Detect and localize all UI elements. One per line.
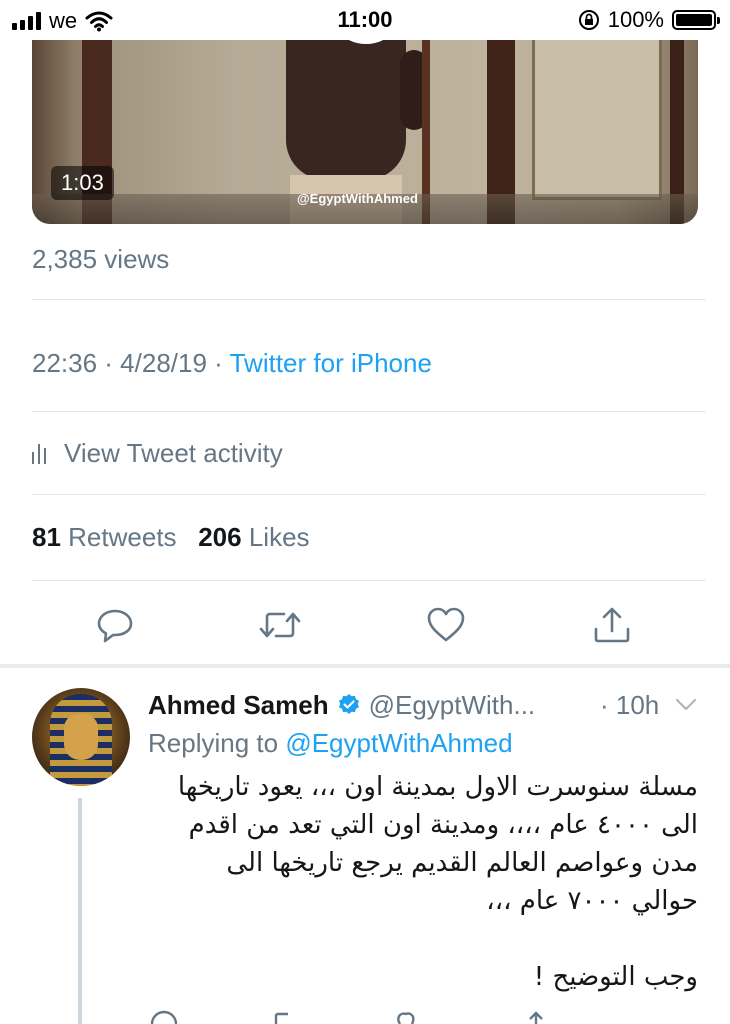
reply-actions-partial — [148, 1010, 708, 1024]
reply-line: مدن وعواصم العالم القديم يرجع تاريخها ال… — [226, 848, 698, 878]
reply-line: وجب التوضيح ! — [533, 962, 698, 992]
orientation-lock-icon — [578, 10, 599, 30]
reply-line: حوالي ٧٠٠٠ عام ،،، — [486, 886, 698, 916]
retweets-label: Retweets — [68, 522, 177, 552]
tweet-stats: 81 Retweets 206 Likes — [32, 522, 310, 553]
meta-separator: · — [214, 348, 223, 378]
video-duration: 1:03 — [51, 166, 114, 200]
tweet-actions — [0, 600, 730, 650]
chevron-down-icon[interactable] — [675, 698, 697, 712]
tweet-timestamp: 22:36 · 4/28/19 — [32, 348, 207, 378]
divider — [32, 411, 706, 412]
divider — [32, 299, 706, 300]
thread-line — [78, 798, 82, 1024]
reply-line: الى ٤٠٠٠ عام ،،،، ومدينة اون التي تعد من… — [188, 810, 698, 840]
replying-to: Replying to @EgyptWithAhmed — [148, 728, 513, 759]
replying-prefix: Replying to — [148, 728, 279, 758]
reply-button[interactable] — [90, 600, 140, 650]
reply-time-area: · 10h — [600, 688, 697, 722]
video-watermark: @EgyptWithAhmed — [297, 191, 418, 206]
reply-author-name[interactable]: Ahmed Sameh — [148, 690, 329, 721]
verified-badge-icon — [338, 694, 359, 714]
reply-author-handle[interactable]: @EgyptWith... — [369, 690, 536, 721]
view-tweet-activity[interactable]: View Tweet activity — [32, 438, 283, 469]
likes-label: Likes — [248, 522, 310, 552]
reply-text: مسلة سنوسرت الاول بمدينة اون ،،، يعود تا… — [148, 768, 698, 996]
retweet-button[interactable] — [255, 600, 305, 650]
section-divider — [0, 664, 730, 668]
divider — [32, 494, 706, 495]
avatar[interactable] — [32, 688, 130, 786]
battery-percent: 100% — [607, 7, 664, 32]
share-icon — [594, 607, 630, 643]
likes-stat[interactable]: 206 Likes — [198, 522, 309, 552]
likes-count: 206 — [198, 522, 242, 552]
tweet-meta: 22:36 · 4/28/19 · Twitter for iPhone — [32, 348, 432, 379]
share-button[interactable] — [587, 600, 637, 650]
status-bar: we 11:00 100% — [0, 0, 730, 40]
retweets-count: 81 — [32, 522, 61, 552]
reply-line: مسلة سنوسرت الاول بمدينة اون ،،، يعود تا… — [177, 772, 698, 802]
replying-to-handle[interactable]: @EgyptWithAhmed — [285, 728, 512, 758]
heart-icon — [427, 607, 465, 642]
tweet-source-link[interactable]: Twitter for iPhone — [230, 348, 432, 378]
status-bar-right: 100% — [578, 7, 720, 33]
activity-label: View Tweet activity — [64, 438, 283, 468]
reply-timestamp: · 10h — [600, 689, 660, 720]
divider — [32, 580, 706, 581]
retweets-stat[interactable]: 81 Retweets — [32, 522, 177, 552]
battery-icon — [672, 10, 720, 30]
view-count: 2,385 views — [32, 244, 170, 274]
like-button[interactable] — [421, 600, 471, 650]
retweet-icon — [259, 612, 301, 638]
reply-icon — [97, 609, 133, 643]
analytics-icon — [32, 443, 46, 464]
